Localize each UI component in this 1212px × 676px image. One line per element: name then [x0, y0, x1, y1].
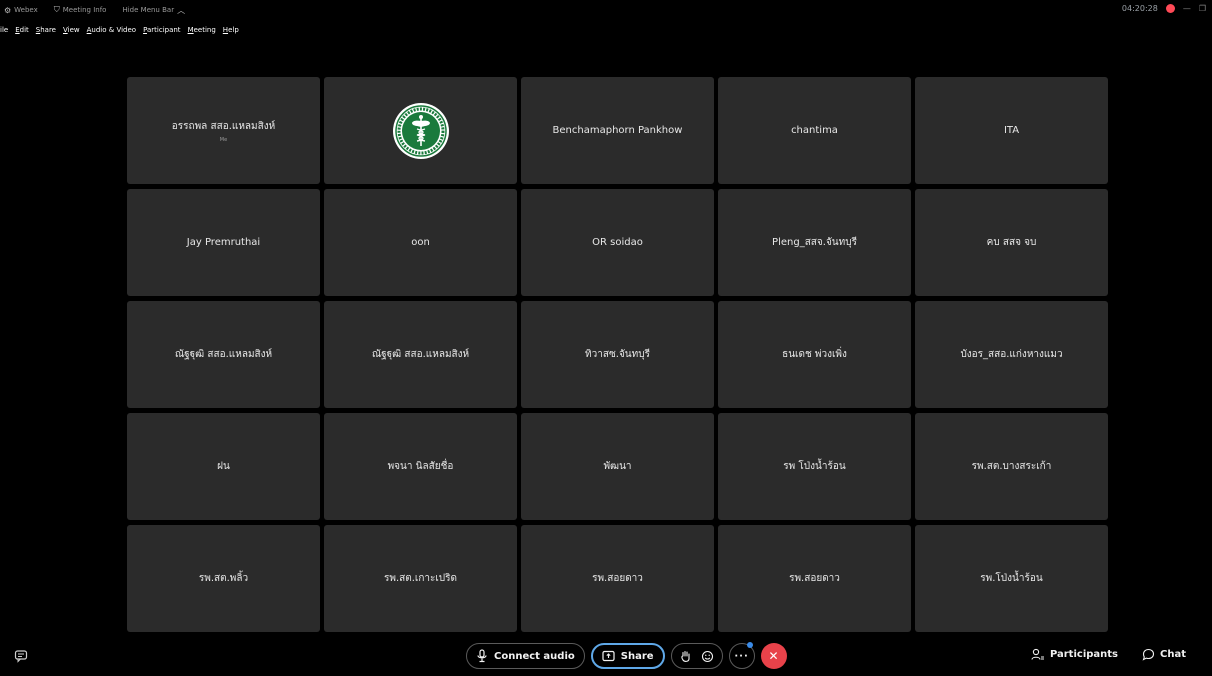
share-button[interactable]: Share	[590, 643, 665, 669]
participant-name: oon	[411, 237, 430, 248]
participant-tile[interactable]: Jay Premruthai	[127, 189, 320, 296]
participant-name: ทิวาสซ.จันทบุรี	[585, 349, 650, 360]
hide-menu-bar-button[interactable]: Hide Menu Bar ︿	[122, 5, 185, 16]
leave-meeting-button[interactable]: ✕	[760, 643, 787, 669]
participant-name: อรรถพล สสอ.แหลมสิงห์	[171, 120, 276, 132]
participant-tile[interactable]: รพ.สอยดาว	[521, 525, 714, 632]
moph-logo	[392, 102, 449, 159]
gear-icon: ⚙	[4, 5, 12, 15]
participant-name: ฝน	[217, 461, 230, 472]
participant-name: ธนเดช พ่วงเพิ่ง	[782, 349, 847, 360]
right-controls: Participants Chat	[1031, 648, 1186, 661]
caduceus-icon	[394, 104, 447, 157]
recording-indicator-icon[interactable]	[1165, 4, 1175, 13]
more-options-button[interactable]: ···	[728, 642, 755, 669]
participants-button[interactable]: Participants	[1031, 648, 1118, 661]
participant-tile[interactable]: คบ สสจ จบ	[915, 189, 1108, 296]
notification-dot	[746, 642, 753, 648]
participant-name: ณัฐฐุฒิ สสอ.แหลมสิงห์	[174, 349, 273, 360]
message-icon[interactable]	[14, 649, 28, 663]
webex-meeting-window: ⚙ Webex ⛉ Meeting Info Hide Menu Bar ︿ 0…	[0, 0, 1212, 676]
participant-grid: อรรถพล สสอ.แหลมสิงห์ Me Benchamaphorn Pa…	[127, 77, 1108, 635]
participant-tile[interactable]: บังอร_สสอ.แก่งหางแมว	[915, 301, 1108, 408]
participants-icon	[1031, 648, 1044, 660]
participant-name: รพ โป่งน้ำร้อน	[783, 461, 846, 472]
menu-file[interactable]: ile	[0, 26, 8, 34]
participant-name: รพ.โป่งน้ำร้อน	[980, 573, 1043, 584]
participant-name: chantima	[791, 125, 838, 136]
participant-name: OR soidao	[592, 237, 643, 248]
share-screen-icon	[602, 650, 615, 662]
reactions-group	[670, 643, 723, 669]
self-label: Me	[219, 136, 228, 143]
menu-share[interactable]: Share	[36, 26, 56, 34]
participant-tile[interactable]: ทิวาสซ.จันทบุรี	[521, 301, 714, 408]
participant-tile[interactable]: รพ.สอยดาว	[718, 525, 911, 632]
participant-name: ITA	[1003, 125, 1020, 136]
meeting-controls-bar: Connect audio Share ··· ✕ Participants C…	[0, 640, 1212, 674]
participant-name: บังอร_สสอ.แก่งหางแมว	[960, 349, 1063, 360]
participant-name: Pleng_สสจ.จันทบุรี	[772, 237, 857, 248]
meeting-clock: 04:20:28	[1121, 4, 1158, 13]
center-controls: Connect audio Share ··· ✕	[466, 642, 787, 669]
chat-icon	[1142, 648, 1155, 661]
menu-edit[interactable]: Edit	[15, 26, 29, 34]
minimize-icon[interactable]: —	[1183, 4, 1191, 13]
chat-button[interactable]: Chat	[1142, 648, 1186, 661]
participant-tile[interactable]: รพ.โป่งน้ำร้อน	[915, 525, 1108, 632]
menu-view[interactable]: View	[63, 26, 80, 34]
participant-tile[interactable]: รพ.สต.พลิ้ว	[127, 525, 320, 632]
headset-audio-icon	[477, 649, 487, 663]
connect-audio-button[interactable]: Connect audio	[466, 643, 585, 669]
title-bar-right: 04:20:28 — ❐	[1122, 4, 1206, 13]
menu-meeting[interactable]: Meeting	[188, 26, 216, 34]
participant-name: ณัฐฐุฒิ สสอ.แหลมสิงห์	[371, 349, 470, 360]
participant-tile[interactable]: ณัฐฐุฒิ สสอ.แหลมสิงห์	[324, 301, 517, 408]
meeting-info-button[interactable]: ⛉ Meeting Info	[54, 5, 107, 15]
participant-tile[interactable]: oon	[324, 189, 517, 296]
participant-tile[interactable]: OR soidao	[521, 189, 714, 296]
participant-tile[interactable]: ITA	[915, 77, 1108, 184]
participant-name: รพ.สต.เกาะเปริด	[383, 573, 457, 584]
participant-name: รพ.สต.บางสระเก้า	[971, 461, 1052, 472]
close-icon: ✕	[768, 649, 779, 663]
participant-tile[interactable]	[324, 77, 517, 184]
menu-help[interactable]: Help	[223, 26, 239, 34]
participant-tile[interactable]: chantima	[718, 77, 911, 184]
participant-tile[interactable]: Pleng_สสจ.จันทบุรี	[718, 189, 911, 296]
app-name[interactable]: ⚙ Webex	[4, 6, 38, 15]
participant-tile[interactable]: พัฒนา	[521, 413, 714, 520]
participant-name: พจนา นิลสัยชื่อ	[387, 461, 454, 472]
title-bar: ⚙ Webex ⛉ Meeting Info Hide Menu Bar ︿ 0…	[0, 0, 1212, 20]
more-icon: ···	[734, 650, 749, 662]
participant-tile[interactable]: ฝน	[127, 413, 320, 520]
shield-icon: ⛉	[53, 5, 60, 14]
participant-tile[interactable]: รพ โป่งน้ำร้อน	[718, 413, 911, 520]
participant-name: Benchamaphorn Pankhow	[552, 125, 683, 136]
participant-tile[interactable]: ณัฐฐุฒิ สสอ.แหลมสิงห์	[127, 301, 320, 408]
participant-name: รพ.สต.พลิ้ว	[198, 573, 249, 584]
participant-name: พัฒนา	[603, 461, 632, 472]
menu-participant[interactable]: Participant	[143, 26, 181, 34]
emoji-reaction-icon[interactable]	[701, 650, 714, 663]
participant-tile[interactable]: อรรถพล สสอ.แหลมสิงห์ Me	[127, 77, 320, 184]
participant-name: รพ.สอยดาว	[789, 573, 840, 584]
chevron-up-icon: ︿	[177, 5, 186, 15]
participant-tile[interactable]: รพ.สต.บางสระเก้า	[915, 413, 1108, 520]
restore-icon[interactable]: ❐	[1199, 4, 1206, 13]
participant-name: คบ สสจ จบ	[986, 237, 1037, 248]
participant-tile[interactable]: Benchamaphorn Pankhow	[521, 77, 714, 184]
menu-bar: ile Edit Share View Audio & Video Partic…	[0, 22, 246, 38]
participant-tile[interactable]: พจนา นิลสัยชื่อ	[324, 413, 517, 520]
participant-name: Jay Premruthai	[186, 237, 261, 248]
participant-tile[interactable]: รพ.สต.เกาะเปริด	[324, 525, 517, 632]
menu-audio-video[interactable]: Audio & Video	[87, 26, 136, 34]
raise-hand-icon[interactable]	[680, 650, 691, 663]
participant-tile[interactable]: ธนเดช พ่วงเพิ่ง	[718, 301, 911, 408]
participant-name: รพ.สอยดาว	[592, 573, 643, 584]
